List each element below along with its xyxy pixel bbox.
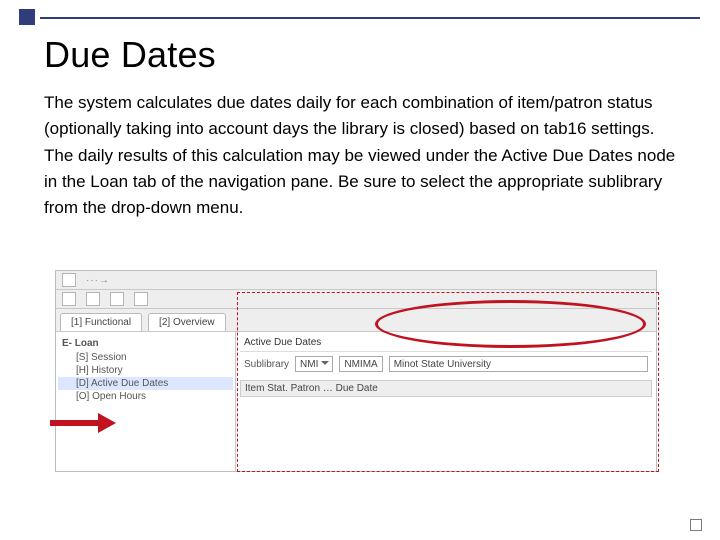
detail-pane: Active Due Dates Sublibrary NMI NMIMA Mi… xyxy=(236,332,656,472)
nav-item-open-hours[interactable]: [O] Open Hours xyxy=(58,390,233,403)
toolbar-row-1: ···→ xyxy=(56,271,656,290)
nav-root-loan[interactable]: E- Loan xyxy=(58,336,233,351)
nav-item-history[interactable]: [H] History xyxy=(58,364,233,377)
toolbar-button[interactable] xyxy=(110,292,124,306)
org-code-field[interactable]: NMIMA xyxy=(339,356,382,372)
slide: Due Dates The system calculates due date… xyxy=(0,0,720,540)
nav-item-active-due-dates[interactable]: [D] Active Due Dates xyxy=(58,377,233,390)
toolbar-row-2 xyxy=(56,290,656,309)
sublibrary-dropdown[interactable]: NMI xyxy=(295,356,333,372)
sublibrary-label: Sublibrary xyxy=(244,359,289,370)
toolbar-button[interactable] xyxy=(134,292,148,306)
arrow-shaft xyxy=(50,420,100,426)
nav-item-session[interactable]: [S] Session xyxy=(58,351,233,364)
slide-body-text: The system calculates due dates daily fo… xyxy=(44,90,686,222)
toolbar-overflow-icon[interactable]: ···→ xyxy=(86,275,110,286)
due-dates-list-header: Item Stat. Patron … Due Date xyxy=(240,380,652,397)
sublibrary-row: Sublibrary NMI NMIMA Minot State Univers… xyxy=(240,352,652,376)
corner-square-decor xyxy=(19,9,35,25)
app-window: ···→ [1] Functional [2] Overview E- Loan… xyxy=(55,270,657,472)
toolbar-button[interactable] xyxy=(86,292,100,306)
nav-tree: E- Loan [S] Session [H] History [D] Acti… xyxy=(56,332,236,472)
toolbar-button[interactable] xyxy=(62,292,76,306)
tab-overview[interactable]: [2] Overview xyxy=(148,313,226,331)
tab-functional[interactable]: [1] Functional xyxy=(60,313,142,331)
slide-title: Due Dates xyxy=(44,34,690,76)
toolbar-button[interactable] xyxy=(62,273,76,287)
org-name-field: Minot State University xyxy=(389,356,648,372)
annotation-arrow xyxy=(50,415,118,431)
footer-square-decor xyxy=(690,519,702,531)
pane-title: Active Due Dates xyxy=(240,336,652,352)
arrow-head-icon xyxy=(98,413,126,433)
top-rule xyxy=(40,17,700,19)
nav-tabs: [1] Functional [2] Overview xyxy=(56,309,656,332)
